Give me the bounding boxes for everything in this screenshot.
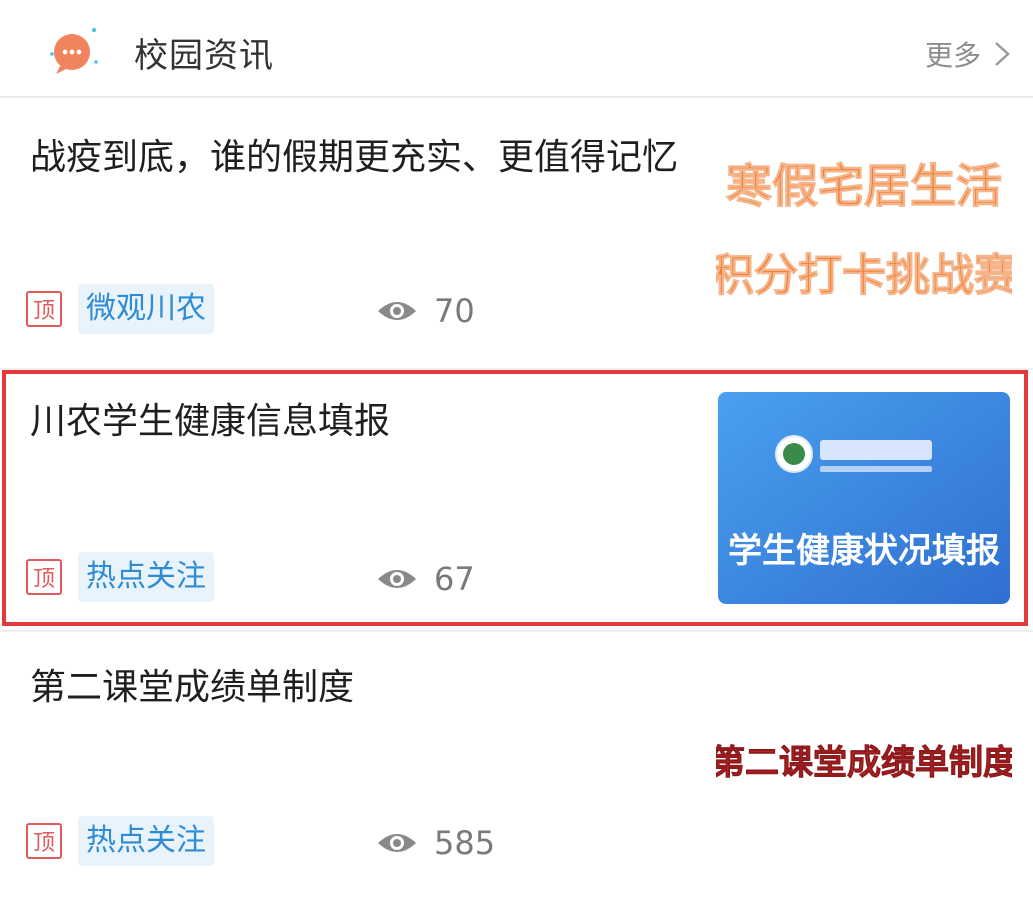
chevron-right-icon (995, 42, 1010, 66)
eye-icon (378, 834, 416, 852)
eye-icon (378, 302, 416, 320)
pinned-badge: 顶 (26, 291, 62, 327)
news-item[interactable]: 战疫到底，谁的假期更充实、更值得记忆 顶 微观川农 70 寒假宅居生活 积分打卡… (0, 100, 1033, 366)
selection-highlight (2, 370, 1028, 626)
more-link[interactable]: 更多 (925, 34, 1011, 74)
thumbnail-line1: 寒假宅居生活 (726, 159, 1002, 213)
pinned-badge: 顶 (26, 823, 62, 859)
thumbnail-image: 第二课堂成绩单制度 (711, 692, 1017, 822)
news-thumbnail[interactable]: 寒假宅居生活 积分打卡挑战赛 (710, 140, 1019, 320)
view-count-value: 585 (434, 824, 496, 862)
thumbnail-image: 寒假宅居生活 积分打卡挑战赛 (710, 140, 1019, 320)
view-count-value: 70 (434, 292, 475, 330)
thumbnail-line2: 积分打卡挑战赛 (716, 250, 1012, 301)
category-tag[interactable]: 微观川农 (78, 284, 214, 334)
view-count: 70 (376, 292, 475, 330)
section-header: 校园资讯 更多 (0, 0, 1033, 98)
section-title: 校园资讯 (134, 36, 274, 76)
news-meta: 顶 微观川农 (26, 284, 214, 334)
news-title: 第二课堂成绩单制度 (30, 667, 355, 708)
chat-bubble-icon (50, 27, 98, 74)
news-title: 战疫到底，谁的假期更充实、更值得记忆 (30, 137, 679, 178)
thumbnail-line1: 第二课堂成绩单制度 (716, 743, 1012, 783)
view-count: 585 (376, 824, 495, 862)
news-item[interactable]: 第二课堂成绩单制度 顶 热点关注 585 第二课堂成绩单制度 (0, 632, 1033, 899)
more-label: 更多 (924, 39, 981, 72)
category-tag[interactable]: 热点关注 (78, 816, 214, 866)
news-meta: 顶 热点关注 (26, 816, 214, 866)
news-thumbnail[interactable]: 第二课堂成绩单制度 (711, 692, 1017, 822)
